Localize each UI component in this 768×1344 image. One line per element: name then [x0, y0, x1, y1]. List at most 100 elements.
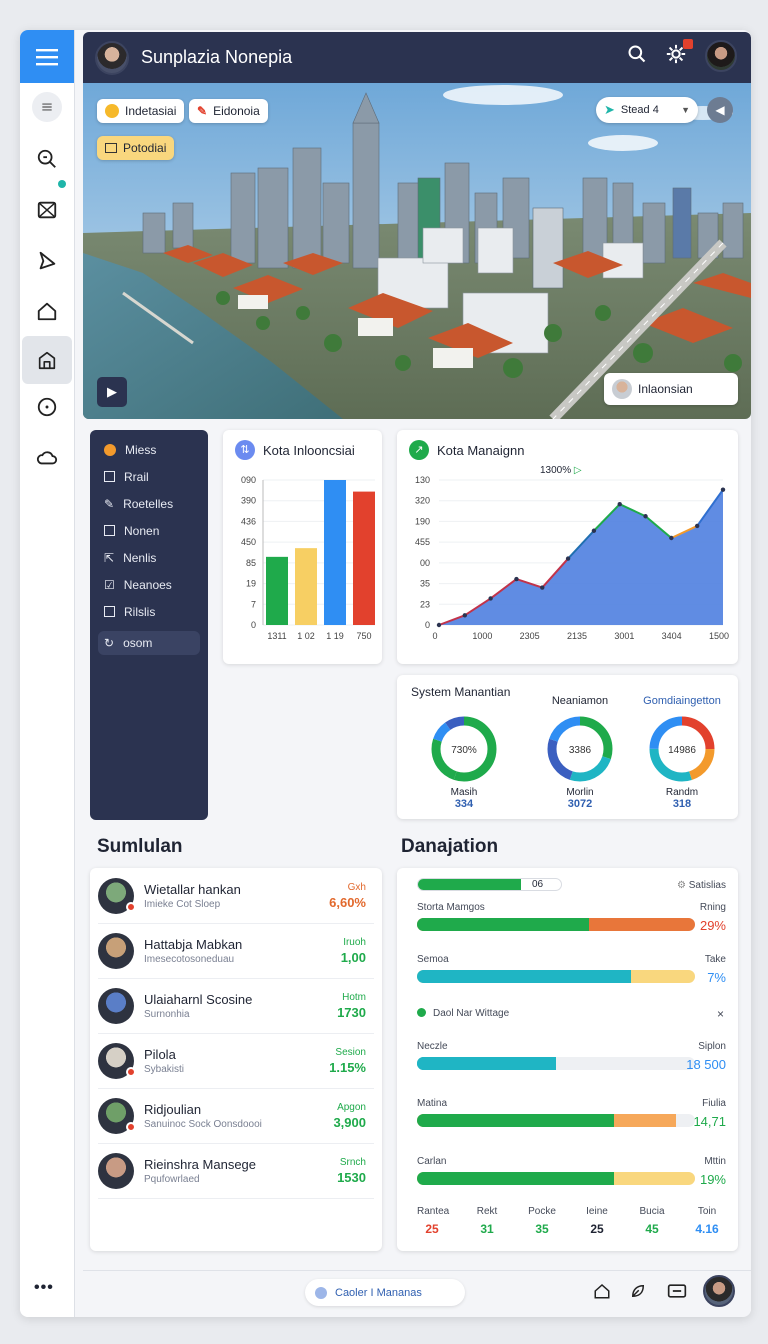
- play-button[interactable]: ▶: [97, 377, 127, 407]
- stat-value: 31: [480, 1222, 494, 1236]
- card-icon[interactable]: [667, 1282, 687, 1305]
- circle-icon[interactable]: [30, 390, 64, 424]
- list-item-subtitle: Pqufowrlaed: [144, 1174, 200, 1185]
- list-item[interactable]: Rieinshra Mansege Pqufowrlaed Srnch 1530: [98, 1144, 374, 1199]
- menu-item-selected[interactable]: ↻ osom: [98, 631, 200, 655]
- checkbox-icon: ☑: [104, 577, 115, 592]
- stat-label: Iruoh: [343, 937, 366, 948]
- stat-label: Apgon: [337, 1102, 366, 1113]
- menu-item-rilslis[interactable]: Rilslis: [90, 598, 208, 625]
- home-icon[interactable]: [593, 1282, 611, 1305]
- leaf-icon[interactable]: [629, 1282, 647, 1305]
- x-tick-label: 750: [356, 631, 371, 641]
- menu-item-nonen[interactable]: Nonen: [90, 517, 208, 544]
- location-dropdown[interactable]: ➤ Stead 4 ▼: [596, 97, 698, 123]
- list-item[interactable]: Hattabja Mabkan Imesecotosoneduau Iruoh 1,0…: [98, 924, 374, 979]
- x-tick-label: 1311: [267, 631, 286, 641]
- gauge-heading: [414, 695, 514, 709]
- chip-indetasiai[interactable]: Indetasiai: [97, 99, 185, 123]
- stat-label: Gxh: [347, 882, 366, 893]
- image-icon[interactable]: [30, 193, 64, 227]
- user-avatar[interactable]: [95, 40, 129, 75]
- settings-icon[interactable]: [665, 38, 693, 70]
- x-tick-label: 3001: [614, 631, 634, 641]
- person-avatar: [612, 379, 632, 399]
- y-tick-label: 0: [251, 620, 256, 630]
- data-point: [617, 501, 622, 507]
- badge-icon: [126, 1067, 136, 1077]
- x-tick-label: 0: [432, 631, 437, 641]
- location-label-card[interactable]: Inlaonsian: [604, 373, 738, 405]
- stat-label: Srnch: [339, 1157, 366, 1168]
- notification-badge: [683, 38, 693, 49]
- menu-item-neanoes[interactable]: ☑ Neanoes: [90, 571, 208, 598]
- list-item-name: Wietallar hankan: [144, 882, 241, 897]
- list-avatar: [98, 1043, 136, 1079]
- list-item-name: Ulaiaharnl Scosine: [144, 992, 253, 1007]
- y-tick-label: 130: [415, 475, 430, 485]
- menu-item-roetelles[interactable]: ✎ Roetelles: [90, 490, 208, 517]
- list-item[interactable]: Wietallar hankan Imieke Cot Sloep Gxh 6,60%: [98, 869, 374, 924]
- hamburger-menu-button[interactable]: [20, 30, 74, 83]
- stat-value: 6,60%: [329, 895, 366, 910]
- cloud-icon[interactable]: [30, 440, 64, 474]
- gauge-value: 3386: [569, 745, 592, 756]
- list-item-stat: Srnch 1530: [337, 1157, 366, 1185]
- list-item-subtitle: Surnonhia: [144, 1009, 190, 1020]
- list-item-stat: Sesion 1.15%: [329, 1047, 366, 1075]
- list-item[interactable]: Pilola Sybakisti Sesion 1.15%: [98, 1034, 374, 1089]
- profile-avatar[interactable]: [705, 40, 737, 72]
- bar: [353, 491, 375, 625]
- stat-value: 1730: [337, 1005, 366, 1020]
- data-point: [694, 523, 700, 529]
- list-item[interactable]: Ulaiaharnl Scosine Surnonhia Hotm 1730: [98, 979, 374, 1034]
- menu-item-rrail[interactable]: Rrail: [90, 463, 208, 490]
- square-icon: [104, 606, 115, 617]
- list-text: Ulaiaharnl Scosine Surnonhia: [144, 992, 252, 1020]
- close-icon[interactable]: ×: [717, 1007, 724, 1021]
- app-title: Sunplazia Nonepia: [141, 47, 293, 67]
- chip-eidonoia[interactable]: ✎ Eidonoia: [189, 99, 268, 123]
- send-icon[interactable]: [30, 244, 64, 278]
- stat-value: 1.15%: [329, 1060, 366, 1075]
- emoji-icon: [105, 104, 119, 118]
- x-tick-label: 1 02: [297, 631, 315, 641]
- list-icon[interactable]: [32, 92, 62, 122]
- bird-icon: ➤: [604, 102, 615, 117]
- square-icon: [104, 471, 115, 482]
- progress-bar: [417, 918, 695, 931]
- search-icon[interactable]: [627, 44, 647, 69]
- bar-label: Storta Mamgos: [417, 902, 485, 913]
- y-tick-label: 35: [420, 579, 430, 589]
- list-item[interactable]: Ridjoulian Sanuinoc Sock Oonsdoooi Apgon 3,…: [98, 1089, 374, 1144]
- bar-right-label: Take: [704, 954, 726, 965]
- danajation-title: Danajation: [401, 836, 499, 857]
- list-item-subtitle: Sybakisti: [144, 1064, 185, 1075]
- trend-icon: ↗: [409, 440, 429, 460]
- chip-potodiai[interactable]: Potodiai: [97, 136, 175, 160]
- search-icon[interactable]: [30, 142, 64, 176]
- bottom-bar: Caoler I Mananas: [83, 1270, 751, 1312]
- gauge-label: Randm: [665, 787, 699, 798]
- list-item-stat: Gxh 6,60%: [329, 882, 366, 910]
- y-tick-label: 85: [246, 558, 256, 568]
- list-text: Wietallar hankan Imieke Cot Sloep: [144, 882, 241, 910]
- building-icon[interactable]: [22, 336, 72, 384]
- list-item-stat: Apgon 3,900: [333, 1102, 366, 1130]
- gauge-number: 318: [672, 798, 692, 810]
- gauge-heading: Gomdiaingetton: [643, 695, 721, 707]
- data-point: [436, 622, 442, 628]
- gauge: Neaniamon 3386 Morlin 3072: [530, 695, 630, 810]
- bar-fill: [417, 1114, 615, 1127]
- stat-label: Ieine: [586, 1206, 608, 1217]
- footer-search[interactable]: Caoler I Mananas: [305, 1279, 465, 1306]
- home-icon[interactable]: [30, 294, 64, 328]
- bar: [295, 548, 317, 625]
- back-button[interactable]: ◀: [707, 97, 733, 123]
- more-icon[interactable]: •••: [34, 1279, 54, 1297]
- gauge-number: 3072: [567, 798, 593, 810]
- footer-avatar[interactable]: [703, 1275, 735, 1307]
- refresh-icon: ↻: [104, 636, 115, 650]
- menu-item-miess[interactable]: Miess: [90, 436, 208, 463]
- menu-item-nenlis[interactable]: ⇱ Nenlis: [90, 544, 208, 571]
